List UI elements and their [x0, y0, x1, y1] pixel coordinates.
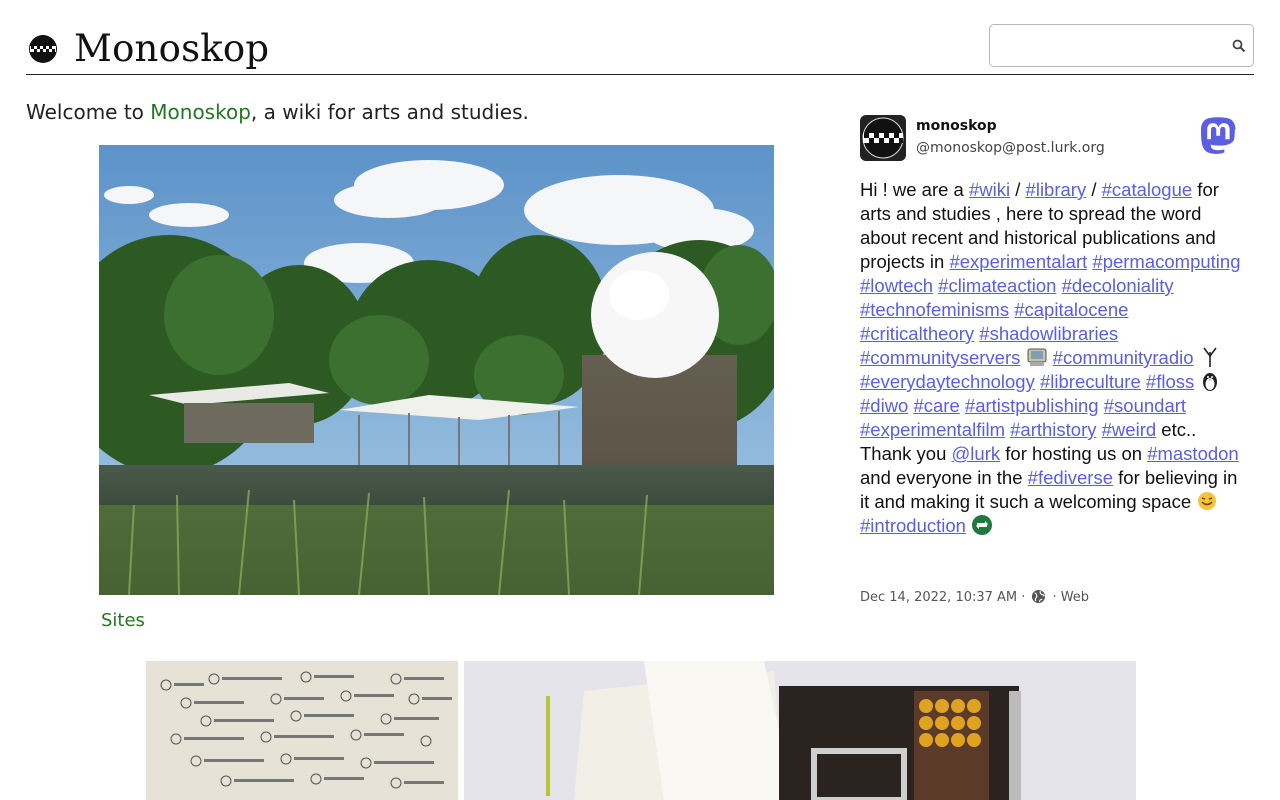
computer-emoji-icon	[1027, 348, 1047, 366]
account-handle[interactable]: @monoskop@post.lurk.org	[916, 140, 1105, 156]
display-name[interactable]: monoskop	[916, 118, 997, 134]
monoskop-logo-icon[interactable]	[28, 34, 58, 64]
hashtag-link[interactable]: #diwo	[860, 395, 908, 416]
hashtag-link[interactable]: #technofeminisms	[860, 299, 1009, 320]
feature-image[interactable]	[99, 145, 774, 595]
hashtag-link[interactable]: #permacomputing	[1092, 251, 1240, 272]
hashtag-link[interactable]: #introduction	[860, 515, 966, 536]
hashtag-link[interactable]: #lowtech	[860, 275, 933, 296]
post-text: Hi ! we are a	[860, 179, 969, 200]
mastodon-logo-icon[interactable]	[1200, 117, 1237, 157]
meta-separator: ·	[1021, 590, 1026, 605]
hashtag-link[interactable]: #decoloniality	[1062, 275, 1174, 296]
site-header: Monoskop	[26, 24, 1254, 75]
hashtag-link[interactable]: #experimentalart	[949, 251, 1087, 272]
welcome-text: Welcome to Monoskop, a wiki for arts and…	[26, 100, 529, 124]
book-object-image	[464, 661, 1136, 800]
post-timestamp[interactable]: Dec 14, 2022, 10:37 AM	[860, 590, 1017, 605]
hashtag-link[interactable]: #libreculture	[1040, 371, 1141, 392]
post-text: /	[1010, 179, 1026, 200]
hashtag-link[interactable]: #mastodon	[1147, 443, 1239, 464]
search-box	[989, 24, 1254, 67]
hashtag-link[interactable]: #shadowlibraries	[979, 323, 1118, 344]
hashtag-link[interactable]: #library	[1026, 179, 1087, 200]
hashtag-link[interactable]: #fediverse	[1028, 467, 1113, 488]
hashtag-link[interactable]: #climateaction	[938, 275, 1056, 296]
hashtag-link[interactable]: #communityradio	[1053, 347, 1194, 368]
welcome-prefix: Welcome to	[26, 100, 151, 124]
hashtag-link[interactable]: #criticaltheory	[860, 323, 974, 344]
antenna-emoji-icon	[1203, 347, 1217, 367]
magnifier-icon[interactable]	[1232, 39, 1246, 53]
hashtag-link[interactable]: #weird	[1102, 419, 1157, 440]
hashtag-link[interactable]: #care	[913, 395, 959, 416]
penguin-emoji-icon	[1203, 373, 1218, 391]
hashtag-link[interactable]: #everydaytechnology	[860, 371, 1035, 392]
globe-icon	[1032, 589, 1046, 604]
meta-separator: ·	[1052, 590, 1057, 605]
mention-link[interactable]: @lurk	[952, 443, 1001, 464]
search-input[interactable]	[996, 31, 1230, 62]
post-content: Hi ! we are a #wiki / #library / #catalo…	[860, 178, 1245, 538]
hashtag-link[interactable]: #wiki	[969, 179, 1010, 200]
welcome-suffix: , a wiki for arts and studies.	[250, 100, 529, 124]
profile-avatar[interactable]	[860, 115, 906, 161]
monoskop-link[interactable]: Monoskop	[150, 100, 251, 124]
hashtag-link[interactable]: #artistpublishing	[965, 395, 1099, 416]
word-chart-image	[146, 661, 458, 800]
site-title[interactable]: Monoskop	[74, 26, 269, 72]
hashtag-link[interactable]: #catalogue	[1102, 179, 1193, 200]
boost-emoji-icon	[972, 515, 993, 535]
hashtag-link[interactable]: #capitalocene	[1014, 299, 1128, 320]
thumbnail-word-chart[interactable]	[146, 661, 458, 800]
post-text: and everyone in the	[860, 467, 1028, 488]
hashtag-link[interactable]: #floss	[1146, 371, 1194, 392]
post-text: for hosting us on	[1000, 443, 1148, 464]
hashtag-link[interactable]: #communityservers	[860, 347, 1020, 368]
post-meta: Dec 14, 2022, 10:37 AM · · Web	[860, 589, 1089, 605]
pavilion-photo	[99, 145, 774, 595]
post-text: /	[1086, 179, 1102, 200]
sites-link[interactable]: Sites	[101, 610, 145, 631]
thumbnail-book-object[interactable]	[464, 661, 1136, 800]
hashtag-link[interactable]: #soundart	[1104, 395, 1186, 416]
hashtag-link[interactable]: #arthistory	[1010, 419, 1096, 440]
post-source: Web	[1060, 590, 1090, 605]
hashtag-link[interactable]: #experimentalfilm	[860, 419, 1005, 440]
smiling-face-emoji-icon	[1198, 492, 1217, 510]
